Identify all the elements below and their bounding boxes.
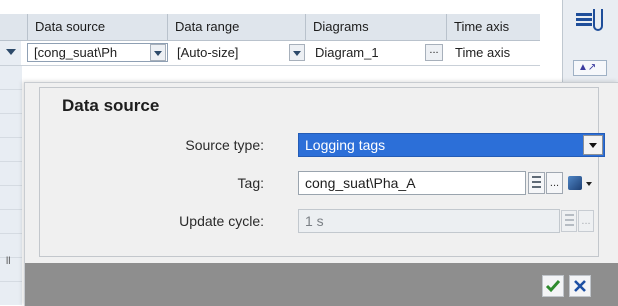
update-cycle-list-button[interactable] [561,210,577,232]
cancel-button[interactable] [569,275,591,297]
column-header-diagrams[interactable]: Diagrams [305,14,447,40]
tag-label: Tag: [237,175,264,191]
column-header-time-axis[interactable]: Time axis [446,14,548,40]
splitter-handle[interactable]: ll [6,256,10,267]
tag-browse-button[interactable]: ... [546,172,563,194]
table-header: Data source Data range Diagrams Time axi… [0,14,540,41]
data-range-value[interactable]: [Auto-size] [177,41,238,65]
data-range-dropdown-button[interactable] [289,44,305,61]
list-icon [532,173,541,188]
list-icon [564,211,574,226]
data-source-dialog: Data source Source type: Logging tags Ta… [24,82,618,306]
tag-value: cong_suat\Pha_A [305,175,416,191]
row-selector[interactable] [0,41,21,65]
tag-icon [568,176,582,190]
curve-icon: ▲↗ [578,62,597,73]
data-source-panel: Data source Source type: Logging tags Ta… [39,87,605,257]
trend-settings-icon [576,11,592,31]
data-source-cell[interactable]: [cong_suat\Ph [27,43,168,62]
time-axis-value[interactable]: Time axis [455,41,510,65]
table-row[interactable]: [cong_suat\Ph [Auto-size] Diagram_1 ... … [0,41,540,66]
source-type-select[interactable]: Logging tags [298,133,605,157]
tag-list-button[interactable] [528,172,545,194]
source-type-dropdown-button[interactable] [583,135,603,155]
data-source-value: [cong_suat\Ph [34,45,118,60]
section-title: Data source [62,96,160,115]
close-icon [574,280,586,292]
column-header-data-range[interactable]: Data range [167,14,311,40]
check-icon [545,280,561,293]
tag-input[interactable]: cong_suat\Pha_A [298,171,526,195]
chevron-down-icon [586,182,592,186]
diagram-browse-button[interactable]: ... [425,44,443,61]
tag-select-button[interactable] [566,172,594,194]
source-type-value: Logging tags [305,137,386,153]
update-cycle-input[interactable]: 1 s [298,209,560,233]
trend-settings-button[interactable] [571,6,611,36]
ok-button[interactable] [542,275,564,297]
dialog-footer [25,263,618,306]
source-type-label: Source type: [185,137,264,153]
data-source-dropdown-button[interactable] [150,44,166,61]
row-selector-strip: ll [0,66,22,305]
column-header-data-source[interactable]: Data source [27,14,168,40]
update-cycle-browse-button[interactable]: ... [578,210,594,232]
chevron-down-icon [589,143,597,148]
curve-toolbar-button[interactable]: ▲↗ [573,60,607,76]
curve-icon [593,9,603,31]
diagram-value[interactable]: Diagram_1 [315,41,379,65]
update-cycle-value: 1 s [305,213,324,229]
update-cycle-label: Update cycle: [179,213,264,229]
